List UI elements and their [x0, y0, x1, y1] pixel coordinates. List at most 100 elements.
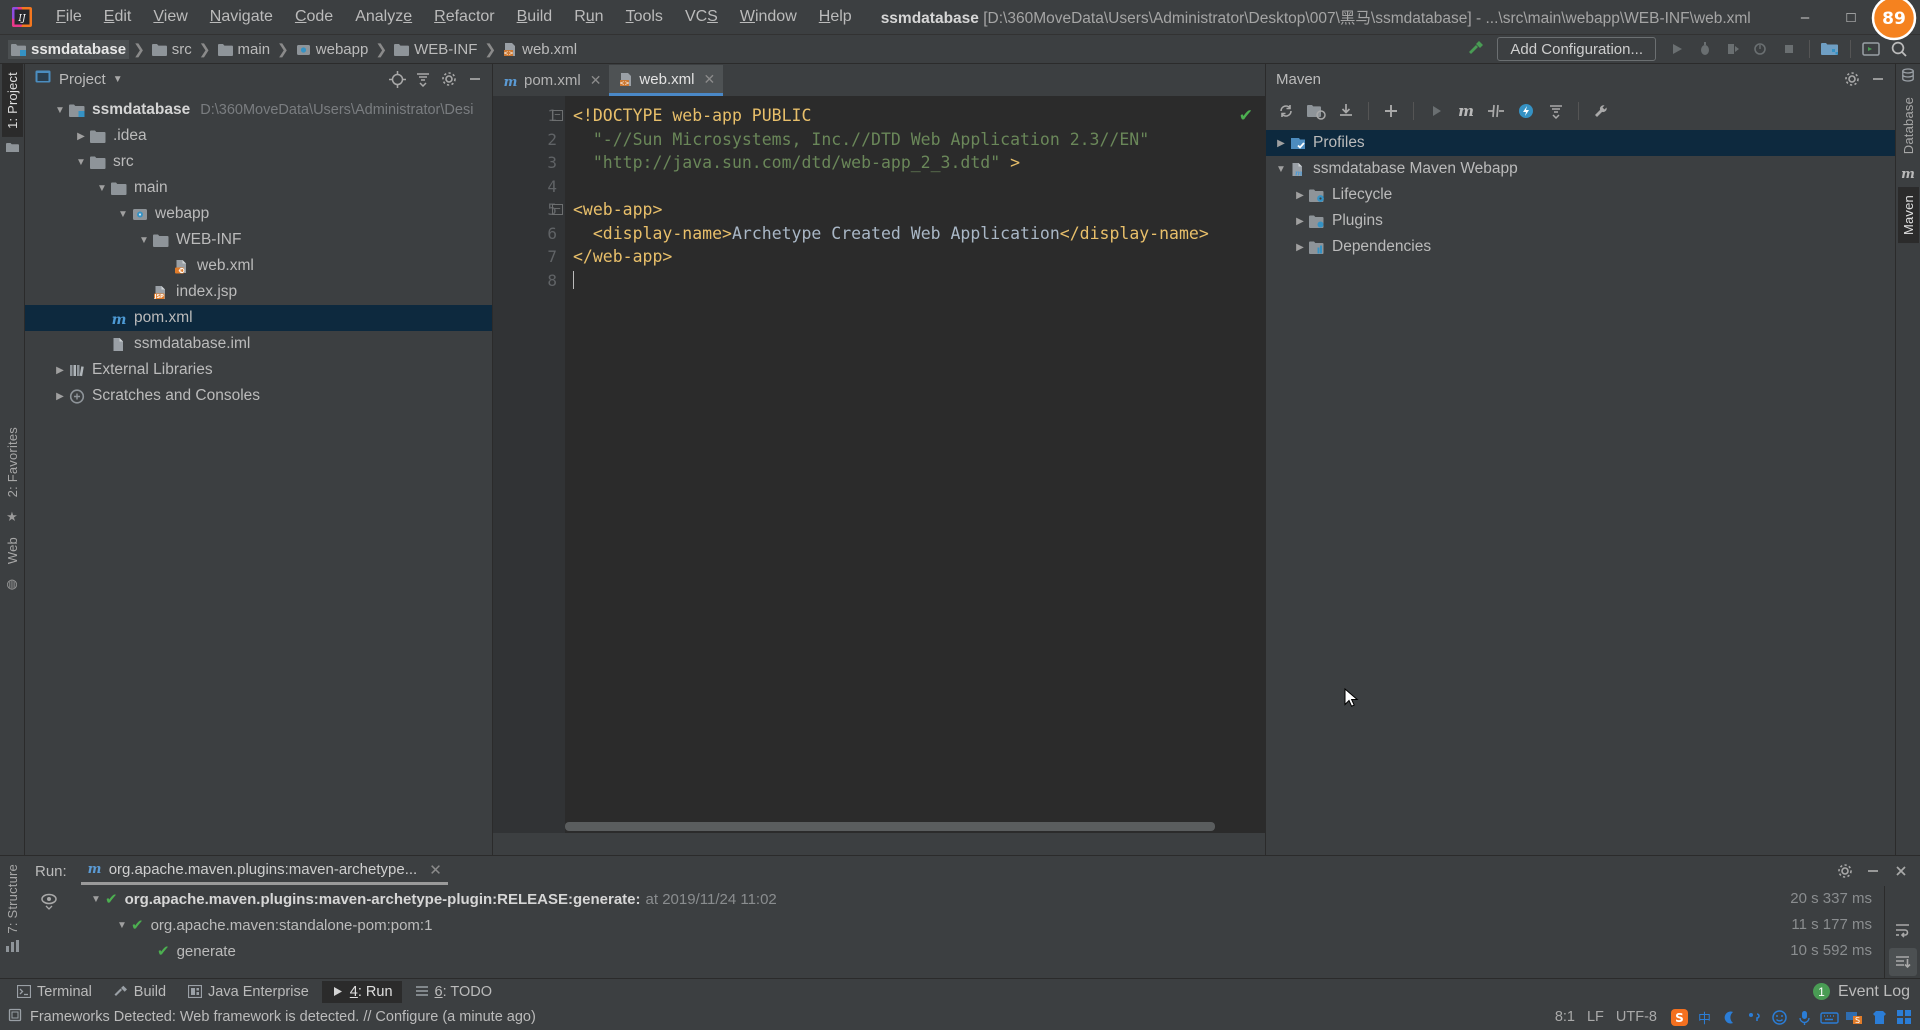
close-icon[interactable]: ✕	[429, 861, 442, 879]
project-tree-item-index-jsp[interactable]: JSP index.jsp	[25, 279, 492, 305]
ime-emoji-icon[interactable]	[1769, 1007, 1789, 1027]
snipaste-icon[interactable]: S	[1669, 1007, 1689, 1027]
menu-item-help[interactable]: Help	[808, 5, 863, 29]
maven-tree[interactable]: ▶ Profiles ▼ m ssmdatabase Maven Webapp ▶ Life…	[1266, 128, 1895, 855]
collapse-all-icon[interactable]	[1542, 98, 1570, 124]
ime-chinese-icon[interactable]: 中	[1694, 1007, 1714, 1027]
toggle-skip-tests-icon[interactable]	[1482, 98, 1510, 124]
caret-position[interactable]: 8:1	[1555, 1009, 1575, 1025]
project-tree-item-webapp[interactable]: ▼ webapp	[25, 201, 492, 227]
project-tree-item-src[interactable]: ▼ src	[25, 149, 492, 175]
chevron-right-icon[interactable]: ▶	[74, 131, 88, 142]
chevron-down-icon[interactable]: ▼	[113, 920, 131, 931]
menu-item-window[interactable]: Window	[729, 5, 808, 29]
add-configuration-button[interactable]: Add Configuration...	[1497, 37, 1656, 61]
breadcrumb-webinf[interactable]: WEB-INF	[391, 40, 480, 59]
ime-microphone-icon[interactable]	[1794, 1007, 1814, 1027]
hide-icon[interactable]	[1867, 68, 1889, 90]
maven-tree-item-lifecycle[interactable]: ▶ Lifecycle	[1266, 182, 1895, 208]
menu-item-refactor[interactable]: Refactor	[423, 5, 505, 29]
line-number[interactable]: 3	[493, 151, 565, 175]
chevron-right-icon[interactable]: ▶	[53, 365, 67, 376]
bottom-tab-run[interactable]: 4: Run	[321, 980, 402, 1003]
collapse-all-icon[interactable]	[412, 68, 434, 90]
editor-tab-pom-xml[interactable]: m pom.xml ✕	[493, 65, 609, 96]
project-tree-item-ssmdatabase[interactable]: ▼ ssmdatabase D:\360MoveData\Users\Adminis…	[25, 97, 492, 123]
stop-icon[interactable]	[1776, 37, 1802, 61]
line-separator[interactable]: LF	[1587, 1009, 1604, 1025]
ime-moon-icon[interactable]	[1719, 1007, 1739, 1027]
project-tree-item-web-inf[interactable]: ▼ WEB-INF	[25, 227, 492, 253]
run-with-coverage-icon[interactable]	[1720, 37, 1746, 61]
code-line[interactable]	[573, 269, 1265, 293]
run-icon[interactable]	[1664, 37, 1690, 61]
maven-tree-item-plugins[interactable]: ▶ Plugins	[1266, 208, 1895, 234]
bottom-tab-java-enterprise[interactable]: Java Enterprise	[179, 981, 318, 1003]
ime-apps-icon[interactable]	[1894, 1007, 1914, 1027]
toggle-offline-icon[interactable]	[1512, 98, 1540, 124]
settings-gear-icon[interactable]	[1834, 860, 1856, 882]
code-line[interactable]: </web-app>	[573, 245, 1265, 269]
menu-item-edit[interactable]: Edit	[93, 5, 143, 29]
code-line[interactable]: "-//Sun Microsystems, Inc.//DTD Web Appl…	[573, 128, 1265, 152]
show-console-icon[interactable]	[38, 890, 60, 912]
run-tree-item[interactable]: ▼ ✔ org.apache.maven:standalone-pom:pom:1	[79, 912, 1734, 938]
menu-item-navigate[interactable]: Navigate	[199, 5, 284, 29]
maximize-button[interactable]: □	[1828, 0, 1874, 35]
bottom-tab-build[interactable]: Build	[105, 981, 175, 1003]
chevron-down-icon[interactable]: ▼	[95, 183, 109, 194]
maven-tree-item-dependencies[interactable]: ▶ Dependencies	[1266, 234, 1895, 260]
bottom-tab-terminal[interactable]: Terminal	[8, 981, 101, 1003]
menu-item-build[interactable]: Build	[506, 5, 564, 29]
project-tree-item-scratches-and-consoles[interactable]: ▶ Scratches and Consoles	[25, 383, 492, 409]
maven-tree-item-ssmdatabase-maven-webapp[interactable]: ▼ m ssmdatabase Maven Webapp	[1266, 156, 1895, 182]
line-number[interactable]: 4	[493, 175, 565, 199]
chevron-down-icon[interactable]: ▼	[74, 157, 88, 168]
settings-gear-icon[interactable]	[438, 68, 460, 90]
breadcrumb-ssmdatabase[interactable]: ssmdatabase	[8, 39, 130, 59]
project-tree[interactable]: ▼ ssmdatabase D:\360MoveData\Users\Adminis…	[25, 94, 492, 855]
menu-item-run[interactable]: Run	[563, 5, 614, 29]
ime-skin-icon[interactable]	[1869, 1007, 1889, 1027]
run-icon[interactable]	[1422, 98, 1450, 124]
code-line[interactable]: <display-name>Archetype Created Web Appl…	[573, 222, 1265, 246]
profile-icon[interactable]	[1748, 37, 1774, 61]
sidebar-tab-structure[interactable]: 7: Structure	[2, 856, 23, 936]
chevron-down-icon[interactable]: ▼	[53, 105, 67, 116]
menu-item-view[interactable]: View	[142, 5, 198, 29]
menu-item-analyze[interactable]: Analyze	[344, 5, 423, 29]
chevron-down-icon[interactable]: ▼	[116, 209, 130, 220]
chevron-down-icon[interactable]: ▼	[137, 235, 151, 246]
minimize-button[interactable]: –	[1782, 0, 1828, 35]
project-tree-item-web-xml[interactable]: < web.xml	[25, 253, 492, 279]
generate-sources-icon[interactable]	[1302, 98, 1330, 124]
scrollbar-thumb[interactable]	[565, 822, 1215, 831]
chevron-right-icon[interactable]: ▶	[1293, 216, 1307, 227]
maven-settings-icon[interactable]	[1587, 98, 1615, 124]
minimize-icon[interactable]	[1862, 860, 1884, 882]
debug-icon[interactable]	[1692, 37, 1718, 61]
close-icon[interactable]: ✕	[590, 72, 602, 89]
sidebar-tab-favorites[interactable]: 2: Favorites	[2, 419, 23, 505]
line-number-gutter[interactable]: 1 2 3 4 5 6 7 8– –	[493, 96, 565, 833]
ime-punctuation-icon[interactable]	[1744, 1007, 1764, 1027]
close-icon[interactable]: ✕	[703, 71, 715, 88]
chevron-right-icon[interactable]: ▶	[53, 391, 67, 402]
maven-tree-item-profiles[interactable]: ▶ Profiles	[1266, 130, 1895, 156]
chevron-down-icon[interactable]: ▼	[87, 894, 105, 905]
reimport-icon[interactable]	[1272, 98, 1300, 124]
chevron-right-icon[interactable]: ▶	[1293, 242, 1307, 253]
project-structure-icon[interactable]	[1817, 37, 1843, 61]
menu-item-tools[interactable]: Tools	[615, 5, 674, 29]
menu-item-code[interactable]: Code	[284, 5, 344, 29]
code-line[interactable]: "http://java.sun.com/dtd/web-app_2_3.dtd…	[573, 151, 1265, 175]
project-tree-item-ssmdatabase-iml[interactable]: ssmdatabase.iml	[25, 331, 492, 357]
project-tree-item--idea[interactable]: ▶ .idea	[25, 123, 492, 149]
ime-settings-icon[interactable]: S	[1844, 1007, 1864, 1027]
chevron-right-icon[interactable]: ▶	[1293, 190, 1307, 201]
line-number[interactable]: 2	[493, 128, 565, 152]
hide-icon[interactable]	[464, 68, 486, 90]
sidebar-tab-project[interactable]: 1: Project	[1, 64, 23, 137]
inspection-status-icon[interactable]: ✔	[1239, 106, 1253, 126]
code-line[interactable]	[573, 175, 1265, 199]
